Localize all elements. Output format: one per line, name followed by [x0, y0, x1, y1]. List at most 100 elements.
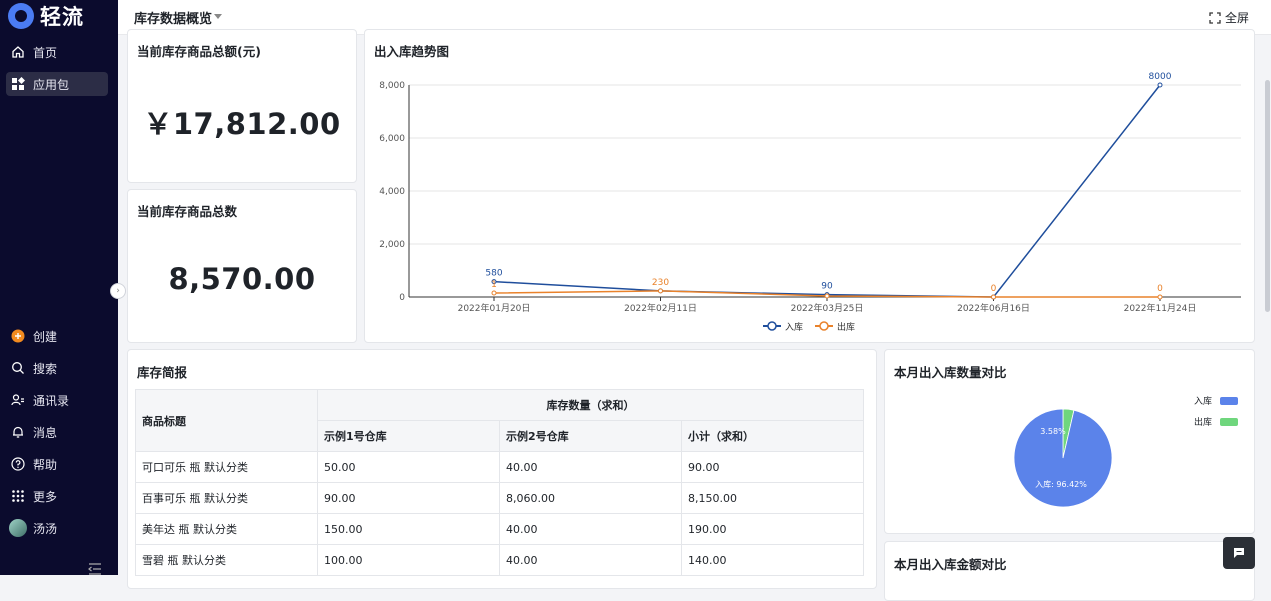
collapse-sidebar-icon[interactable]	[88, 560, 102, 575]
kpi-title: 当前库存商品总额(元)	[137, 44, 261, 59]
amount-title: 本月出入库金额对比	[894, 557, 1007, 572]
app-name: 轻流	[40, 5, 84, 29]
sidebar-item-more[interactable]: 更多	[6, 484, 108, 508]
legend-item[interactable]: 入库	[1194, 394, 1238, 407]
data-label: 580	[485, 269, 502, 279]
home-icon	[11, 45, 25, 59]
contacts-icon	[11, 393, 25, 407]
cell: 40.00	[499, 451, 682, 483]
sidebar-item-label: 应用包	[33, 77, 70, 92]
pie-chart: 3.58% 入库: 96.42%	[1013, 408, 1113, 508]
x-tick-label: 2022年06月16日	[957, 302, 1030, 314]
pie-card: 本月出入库数量对比 入库 出库 3.58% 入库: 96.42%	[884, 349, 1255, 534]
avatar	[9, 519, 27, 537]
legend-label: 出库	[1193, 418, 1212, 428]
legend-label: 出库	[837, 321, 855, 333]
y-tick-label: 4,000	[379, 187, 405, 197]
cell: 8,060.00	[499, 482, 682, 514]
data-label: 0	[991, 284, 997, 294]
cell: 8,150.00	[681, 482, 864, 514]
data-label: 8000	[1149, 72, 1172, 82]
sidebar-item-label: 创建	[33, 329, 58, 344]
kpi-card-total-amount: 当前库存商品总额(元) ￥17,812.00	[127, 29, 357, 183]
legend-marker	[767, 321, 777, 331]
data-point	[991, 294, 996, 300]
fullscreen-label: 全屏	[1224, 11, 1249, 25]
legend-swatch	[1220, 396, 1238, 405]
amount-card: 本月出入库金额对比	[884, 541, 1255, 601]
legend-label: 入库	[785, 321, 803, 333]
x-tick-label: 2022年02月11日	[624, 302, 697, 314]
cell: 50.00	[317, 451, 500, 483]
chevron-down-icon[interactable]	[214, 14, 222, 19]
col-header: 示例2号仓库	[499, 420, 682, 452]
cell: 150.00	[317, 513, 500, 545]
kpi-value: 8,570.00	[168, 262, 316, 296]
table-row[interactable]: 可口可乐 瓶 默认分类 50.00 40.00 90.00	[135, 451, 864, 483]
cell: 雪碧 瓶 默认分类	[135, 544, 318, 576]
cell: 可口可乐 瓶 默认分类	[135, 451, 318, 483]
trend-chart-card: 出入库趋势图 0 2,000 4,000 6,000 8,000 2022年01月20日 2…	[364, 29, 1255, 343]
pie-label: 3.58%	[1040, 427, 1066, 436]
page-title[interactable]: 库存数据概览	[134, 8, 212, 27]
data-label: 90	[821, 282, 833, 292]
kpi-title: 当前库存商品总数	[137, 204, 238, 219]
fullscreen-button[interactable]: 全屏	[1209, 9, 1249, 26]
data-point	[824, 293, 830, 299]
col-header-title: 商品标题	[135, 389, 318, 452]
y-tick-label: 6,000	[379, 134, 405, 144]
table-row[interactable]: 美年达 瓶 默认分类 150.00 40.00 190.00	[135, 513, 864, 545]
sidebar-item-home[interactable]: 首页	[6, 40, 108, 64]
expand-handle-icon[interactable]: ›	[110, 283, 126, 299]
sidebar-item-label: 汤汤	[33, 521, 58, 536]
pie-slice	[1013, 408, 1113, 508]
cell: 40.00	[499, 544, 682, 576]
chat-button[interactable]	[1223, 537, 1255, 569]
sidebar-item-apps[interactable]: 应用包	[6, 72, 108, 96]
cell: 90.00	[681, 451, 864, 483]
trend-chart: 0 2,000 4,000 6,000 8,000 2022年01月20日 2022年02月…	[379, 72, 1241, 333]
pie-label: 入库: 96.42%	[1035, 479, 1087, 489]
chat-icon	[1234, 548, 1244, 558]
legend-label: 入库	[1193, 397, 1212, 407]
legend-marker	[819, 321, 829, 331]
cell: 百事可乐 瓶 默认分类	[135, 482, 318, 514]
sidebar-item-label: 首页	[33, 45, 58, 60]
kpi-card-total-count: 当前库存商品总数 8,570.00	[127, 189, 357, 343]
sidebar-item-label: 更多	[33, 489, 58, 504]
sidebar-item-label: 消息	[33, 425, 58, 440]
legend-swatch	[1220, 417, 1238, 426]
sidebar-item-contacts[interactable]: 通讯录	[6, 388, 108, 412]
sidebar-item-create[interactable]: 创建	[6, 324, 108, 348]
x-tick-label: 2022年11月24日	[1124, 302, 1197, 314]
plus-circle-icon	[11, 329, 25, 343]
sidebar-item-user[interactable]: 汤汤	[6, 516, 108, 540]
data-label: 230	[652, 278, 669, 288]
table-row[interactable]: 雪碧 瓶 默认分类 100.00 40.00 140.00	[135, 544, 864, 576]
fullscreen-icon	[1209, 11, 1221, 24]
apps-icon	[11, 77, 25, 91]
sidebar-item-label: 帮助	[33, 457, 58, 472]
brief-title: 库存简报	[137, 365, 188, 380]
pie-title: 本月出入库数量对比	[894, 365, 1007, 380]
sidebar-item-messages[interactable]: 消息	[6, 420, 108, 444]
sidebar-item-label: 搜索	[33, 361, 58, 376]
data-point	[1157, 294, 1163, 300]
data-point	[658, 288, 663, 294]
sidebar-item-search[interactable]: 搜索	[6, 356, 108, 380]
col-header-group: 库存数量（求和）	[317, 389, 864, 421]
cell: 40.00	[499, 513, 682, 545]
sidebar-item-help[interactable]: 帮助	[6, 452, 108, 476]
data-label: 0	[1157, 284, 1163, 294]
help-icon	[11, 457, 25, 471]
legend-item[interactable]: 出库	[1194, 415, 1238, 428]
y-tick-label: 0	[399, 293, 405, 303]
sidebar: 轻流 首页 应用包 创建 搜索 通讯录 消息 帮助 更多 汤汤	[0, 0, 118, 575]
data-point	[1157, 82, 1163, 88]
cell: 190.00	[681, 513, 864, 545]
x-tick-label: 2022年03月25日	[791, 302, 864, 314]
cell: 100.00	[317, 544, 500, 576]
table-row[interactable]: 百事可乐 瓶 默认分类 90.00 8,060.00 8,150.00	[135, 482, 864, 514]
app-logo[interactable]: 轻流	[8, 3, 84, 29]
scrollbar[interactable]	[1265, 80, 1270, 312]
